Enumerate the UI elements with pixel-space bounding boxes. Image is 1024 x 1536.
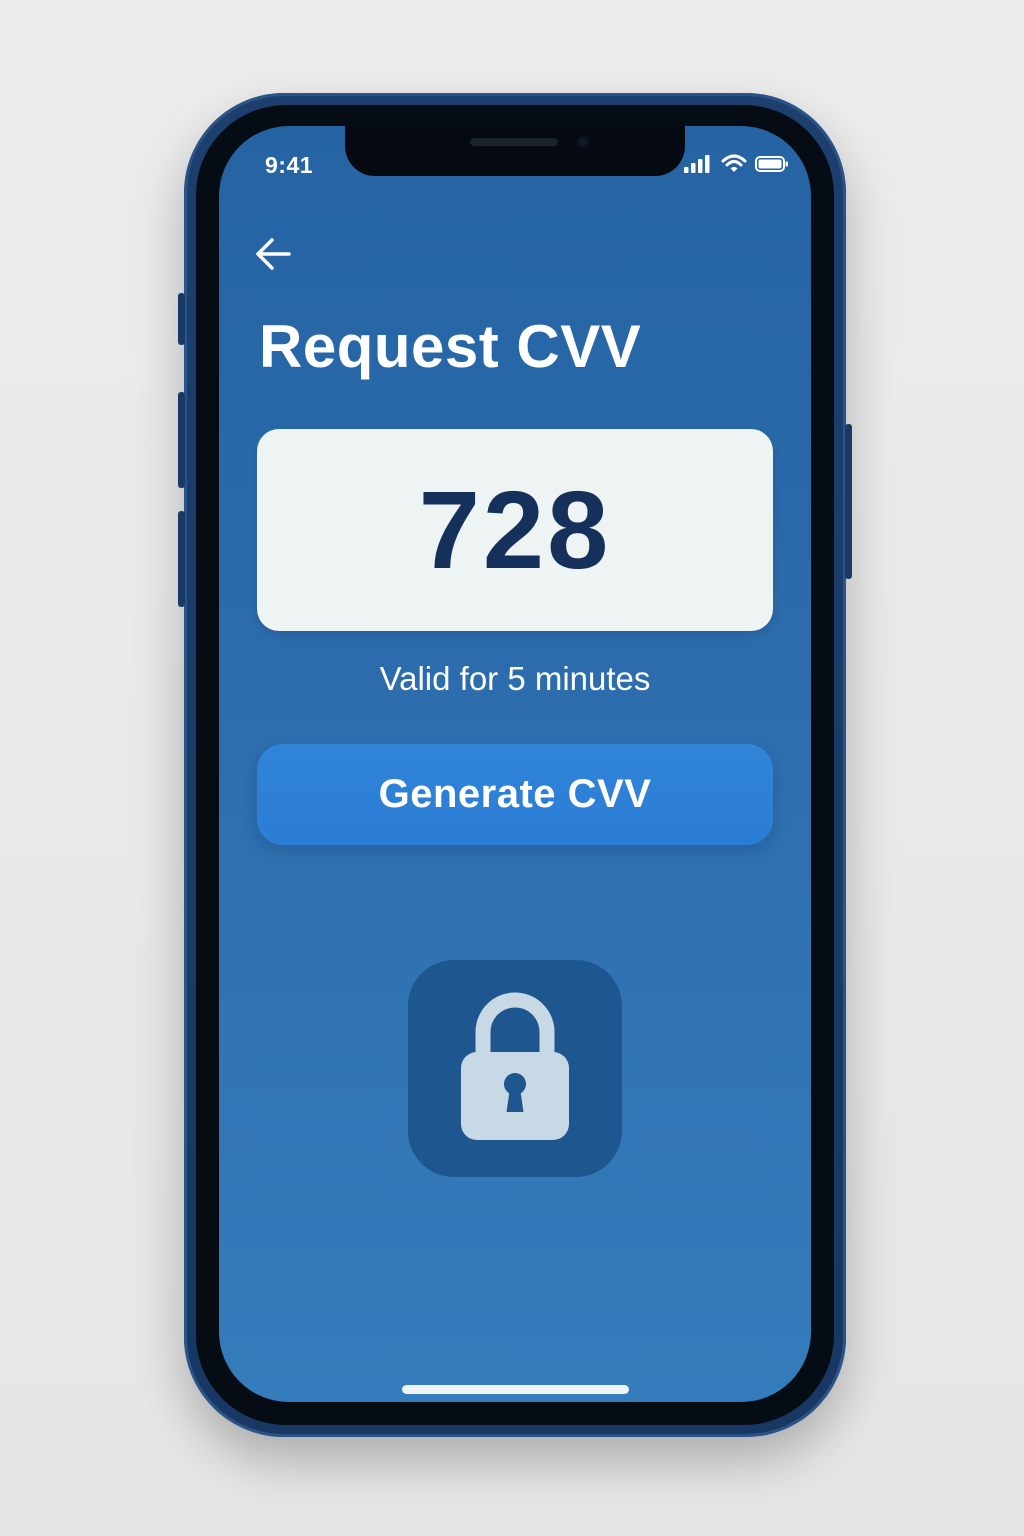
volume-up-button bbox=[178, 392, 185, 488]
front-camera bbox=[577, 136, 589, 148]
phone-screen: 9:41 Request CVV 728 Valid for 5 minutes… bbox=[219, 126, 811, 1402]
lock-icon bbox=[455, 988, 575, 1149]
validity-text: Valid for 5 minutes bbox=[379, 660, 651, 697]
status-time: 9:41 bbox=[265, 152, 314, 178]
cvv-display-card: 728 bbox=[257, 429, 773, 631]
arrow-left-icon bbox=[253, 236, 293, 277]
signal-icon bbox=[683, 154, 713, 179]
status-icons bbox=[683, 154, 789, 179]
power-button bbox=[845, 424, 852, 579]
back-button[interactable] bbox=[249, 234, 297, 278]
generate-cvv-button[interactable]: Generate CVV bbox=[257, 744, 773, 845]
earpiece-speaker bbox=[470, 138, 558, 146]
battery-icon bbox=[755, 154, 789, 179]
lock-illustration bbox=[408, 960, 622, 1177]
mute-switch bbox=[178, 293, 185, 345]
volume-down-button bbox=[178, 511, 185, 607]
home-indicator[interactable] bbox=[402, 1385, 629, 1394]
notch bbox=[345, 126, 685, 176]
cvv-value: 728 bbox=[418, 468, 612, 592]
page-title: Request CVV bbox=[259, 313, 642, 380]
wifi-icon bbox=[721, 154, 747, 179]
